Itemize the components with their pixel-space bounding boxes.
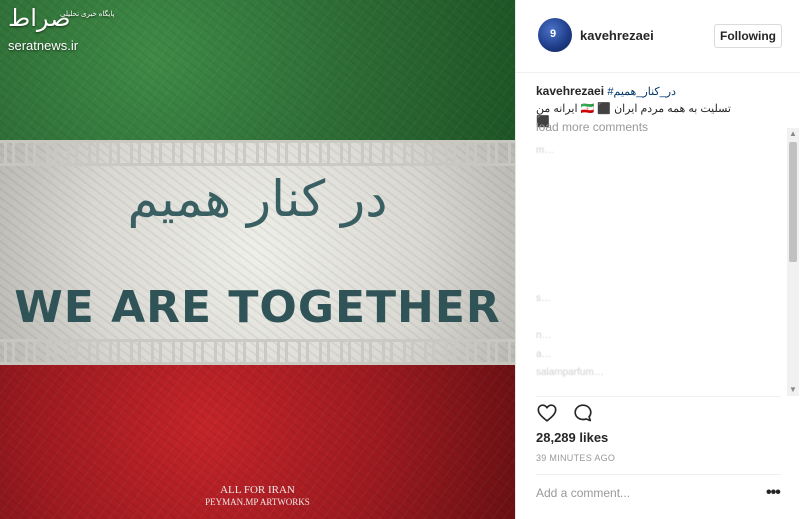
heart-icon[interactable] — [536, 402, 558, 424]
persian-title: در کنار همیم — [127, 170, 388, 228]
watermark-url: seratnews.ir — [8, 38, 79, 53]
comment-input-divider — [536, 474, 781, 475]
load-more-comments-link[interactable]: load more comments — [536, 120, 648, 134]
comment-item: s… — [536, 293, 551, 304]
credit-line-1: ALL FOR IRAN — [220, 484, 295, 496]
comment-item — [536, 312, 776, 331]
likes-count[interactable]: 28,289 likes — [536, 430, 608, 445]
post-timestamp[interactable]: 39 MINUTES AGO — [536, 453, 615, 463]
comment-item — [536, 275, 776, 294]
ornament-border-top — [0, 140, 515, 166]
comment-item — [536, 201, 776, 220]
scroll-down-arrow-icon[interactable]: ▼ — [787, 384, 799, 396]
comment-item: n… — [536, 330, 552, 341]
scroll-thumb[interactable] — [789, 142, 797, 262]
header-username[interactable]: kavehrezaei — [580, 28, 654, 43]
post-side-panel: 9 kavehrezaei Following kavehrezaei #در_… — [515, 0, 800, 519]
comment-bubble-icon[interactable] — [572, 402, 594, 424]
actions-divider — [536, 396, 781, 397]
caption-username[interactable]: kavehrezaei — [536, 84, 604, 98]
watermark-tagline: پایگاه خبری تحلیلی — [60, 11, 115, 18]
add-comment-input[interactable] — [536, 486, 736, 500]
scroll-up-arrow-icon[interactable]: ▲ — [787, 128, 799, 140]
avatar[interactable]: 9 — [538, 18, 572, 52]
comment-item — [536, 238, 776, 257]
post-header: 9 kavehrezaei Following — [516, 0, 800, 73]
english-title: WE ARE TOGETHER — [14, 282, 501, 333]
avatar-jersey-number: 9 — [550, 28, 557, 40]
watermark: صراط پایگاه خبری تحلیلی seratnews.ir — [8, 6, 114, 53]
comment-item: a… — [536, 348, 552, 360]
comment-item: salamparfum… — [536, 367, 604, 378]
comment-item — [536, 164, 776, 183]
credit-line-2: PEYMAN.MP ARTWORKS — [205, 497, 310, 507]
caption-hashtag[interactable]: #در_کنار_همیم — [607, 86, 676, 98]
ornament-border-bottom — [0, 339, 515, 365]
comment-item: m… — [536, 145, 555, 156]
comment-item — [536, 256, 776, 275]
comment-item — [536, 182, 776, 201]
comments-list: m… s… n… a… salamparfum… — [536, 145, 776, 385]
post-image[interactable]: صراط پایگاه خبری تحلیلی seratnews.ir در … — [0, 0, 515, 519]
more-options-icon[interactable]: ••• — [766, 484, 781, 502]
following-button[interactable]: Following — [714, 24, 782, 48]
comment-item — [536, 219, 776, 238]
artwork-credit: ALL FOR IRAN PEYMAN.MP ARTWORKS — [0, 484, 515, 507]
comments-scrollbar[interactable]: ▲ ▼ — [787, 128, 799, 396]
